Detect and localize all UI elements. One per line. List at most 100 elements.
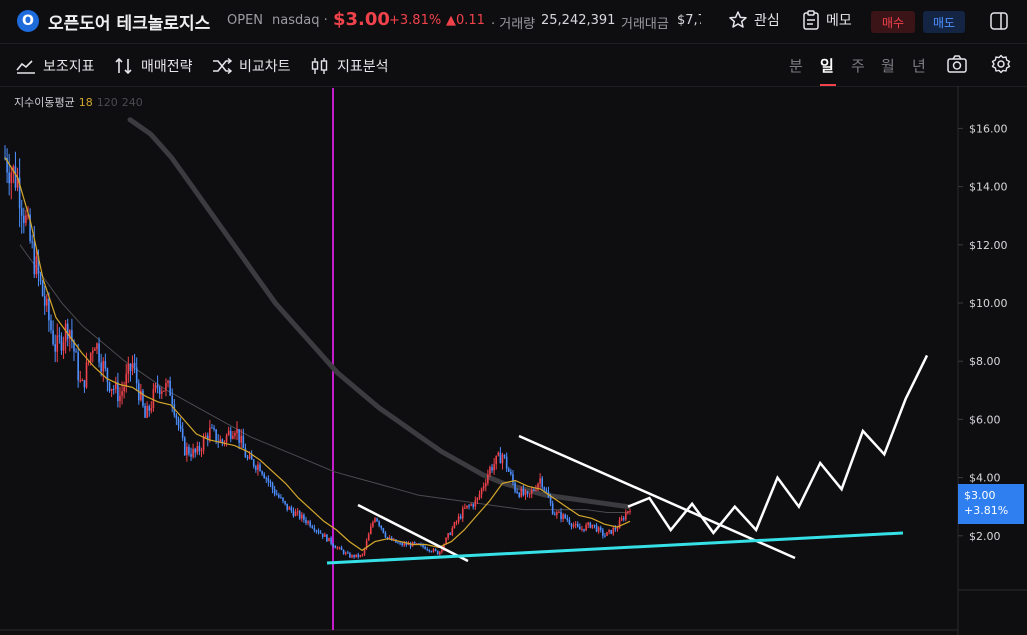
candle-body [33,242,36,275]
analysis-button[interactable]: 지표분석 [310,56,389,76]
candle-body [570,523,573,527]
candle-body [294,511,297,517]
candle-body [589,522,592,528]
memo-button[interactable]: 메모 [802,10,852,30]
candle-body [434,549,437,551]
candle-body [599,527,602,530]
candle-body [169,380,171,396]
ma120-label: 120 [96,96,118,109]
candle-body [361,554,364,556]
chart-area[interactable]: $16.00 $14.00 $12.00 $10.00 $8.00 $6.00 $4.00 $… [0,86,1027,635]
price-tag-value: $3.00 [964,489,996,502]
candle-body [620,518,623,521]
candle-body [288,507,291,510]
candle-body [198,445,201,452]
indicator-button[interactable]: 보조지표 [16,56,95,76]
candle-body [58,335,61,337]
candle-body [499,452,502,464]
candle-body [378,521,380,526]
candle-body [610,529,612,534]
candle-body [558,512,560,514]
candle-body [564,514,567,519]
candle-body [353,555,355,558]
candle-body [541,478,544,488]
stock-name: 오픈도어 테크놀로지스 [48,14,211,34]
gear-icon[interactable] [991,54,1011,74]
candle-body [135,367,138,384]
candle-body [367,534,370,541]
candle-body [127,363,130,374]
candle-body [328,537,330,542]
candle-body [66,323,69,339]
candle-body [612,528,615,534]
y-tick-label: $10.00 [969,297,1008,310]
candle-body [250,455,253,460]
candle-body [374,518,376,523]
candle-body [545,490,548,492]
candle-body [514,482,516,492]
candle-body [315,530,318,532]
indicator-legend[interactable]: 지수이동평균 18 120 240 [14,94,143,110]
candle-body [625,512,627,520]
candle-body [585,524,587,531]
candle-body [428,549,431,552]
price-chart[interactable]: $16.00$14.00$12.00$10.00$8.00$6.00$4.00$… [0,86,1027,635]
candle-body [349,553,351,558]
candle-body [576,524,579,527]
candle-body [271,483,274,490]
candle-body [79,380,82,382]
compare-button[interactable]: 비교차트 [212,56,291,76]
candle-body [121,391,123,396]
buy-button[interactable]: 매수 [871,11,915,33]
watch-button[interactable]: 관심 [728,10,780,30]
candle-body [54,344,56,352]
candle-body [457,516,460,522]
y-tick-label: $8.00 [969,355,1001,368]
period-minute[interactable]: 분 [789,55,803,76]
volume-value: 25,242,391 [541,13,616,28]
candle-body [85,362,88,388]
candle-body [129,363,132,371]
candle-body [181,428,184,438]
period-month[interactable]: 월 [881,55,895,76]
memo-label: 메모 [826,13,852,29]
candle-body [25,215,27,224]
candle-body [165,383,167,391]
candle-body [376,518,378,522]
sell-button[interactable]: 매도 [923,11,965,33]
period-year[interactable]: 년 [912,55,926,76]
candle-body [372,522,374,527]
candle-body [56,335,59,352]
candle-body [618,520,621,529]
candle-body [152,389,155,409]
candle-body [52,330,54,345]
candle-body [560,512,562,520]
strategy-button[interactable]: 매매전략 [114,56,193,76]
candle-body [608,529,610,532]
side-panel-icon[interactable] [990,12,1008,30]
candle-body [380,525,383,529]
period-week[interactable]: 주 [851,55,865,76]
candle-body [334,546,337,549]
candle-body [190,454,192,457]
candle-body [39,274,42,282]
candle-body [248,455,251,459]
camera-icon[interactable] [947,55,967,73]
period-day[interactable]: 일 [820,55,834,76]
candle-body [148,406,151,411]
candle-body [171,395,174,405]
memo-icon [803,10,819,30]
candle-body [595,525,598,532]
candle-body [110,389,113,391]
candle-body [629,510,631,512]
candle-body [158,387,161,394]
candle-body [593,524,596,526]
candle-body [77,352,79,381]
candle-body [587,522,589,525]
candle-body [298,511,301,519]
candle-body [489,467,491,475]
candle-body [240,435,243,443]
compare-label: 비교차트 [239,59,291,75]
current-price-tag: $3.00 +3.81% [958,484,1024,524]
candle-body [125,373,128,387]
